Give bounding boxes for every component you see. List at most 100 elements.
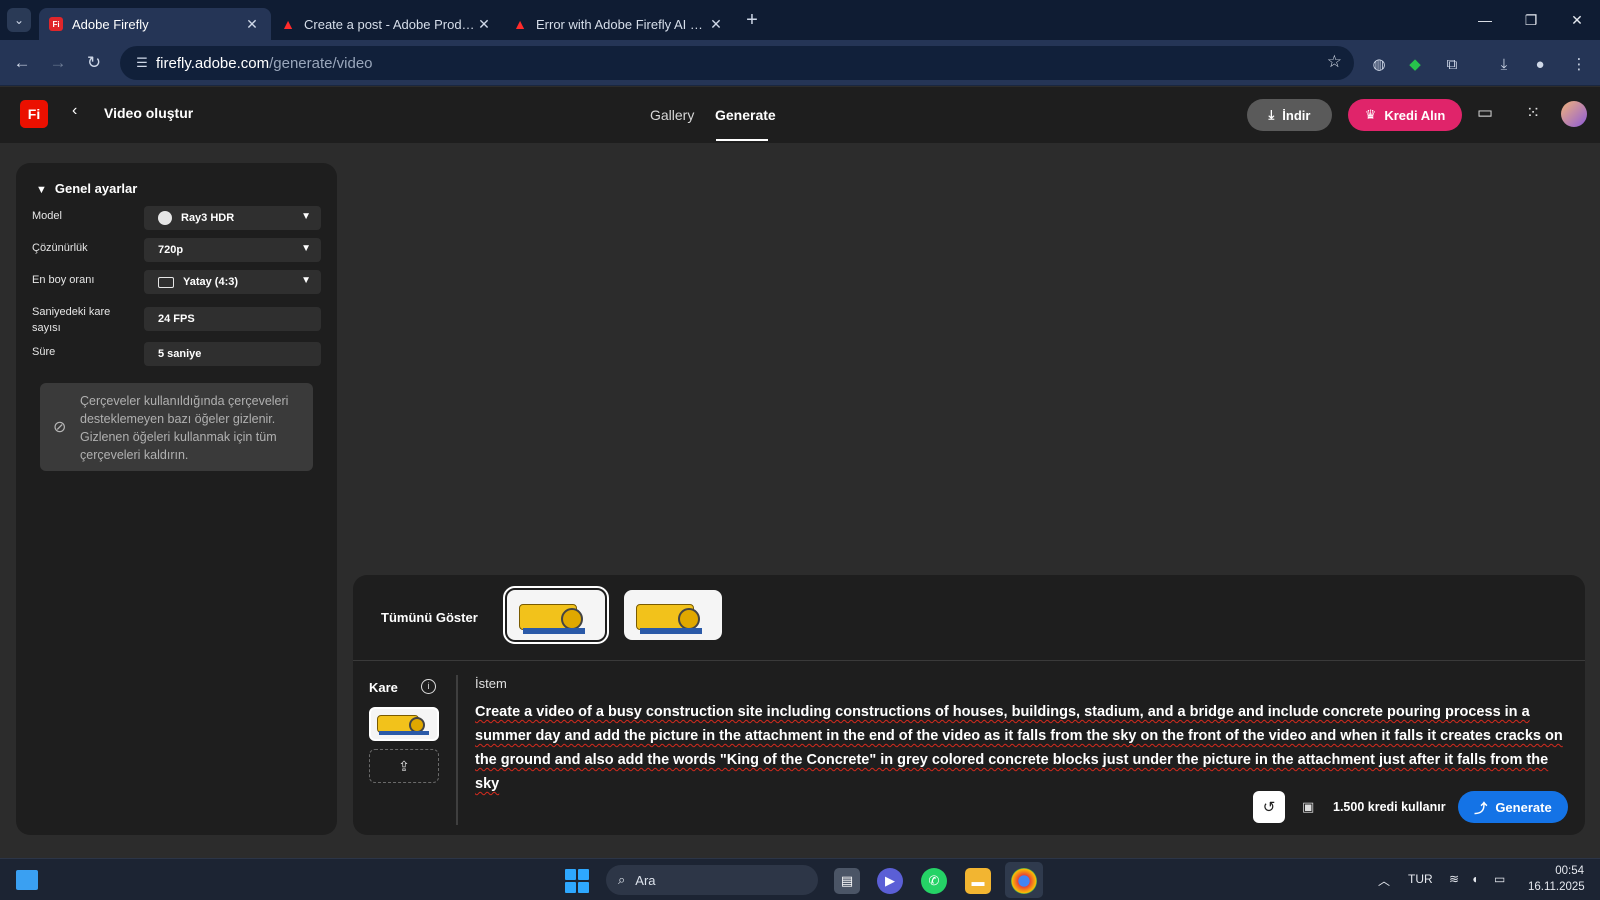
tab-error-firefly[interactable]: ▲ Error with Adobe Firefly AI Video ✕ — [503, 8, 735, 40]
apps-grid-icon[interactable]: ⁙ — [1526, 103, 1540, 123]
tab-title: Adobe Firefly — [72, 16, 149, 32]
tab-create-post[interactable]: ▲ Create a post - Adobe Product Communit… — [271, 8, 503, 40]
url-path: /generate/video — [269, 54, 373, 72]
notice-text: Çerçeveler kullanıldığında çerçeveleri d… — [80, 394, 289, 462]
nav-generate[interactable]: Generate — [715, 107, 776, 123]
adobe-icon: ▲ — [281, 16, 295, 32]
upload-frame-button[interactable]: ⇪ — [369, 749, 439, 783]
upload-icon: ⇪ — [398, 757, 410, 774]
vertical-divider — [456, 675, 458, 825]
whatsapp-icon[interactable]: ✆ — [921, 868, 947, 894]
clock-date: 16.11.2025 — [1528, 881, 1585, 893]
tab-title: Error with Adobe Firefly AI Video — [536, 16, 707, 32]
reload-icon[interactable]: ↻ — [76, 45, 112, 81]
minimize-icon[interactable]: — — [1462, 0, 1508, 40]
result-thumbnail[interactable] — [503, 586, 609, 644]
divider — [353, 660, 1585, 661]
prompt-textarea[interactable]: Create a video of a busy construction si… — [475, 700, 1575, 796]
nav-gallery[interactable]: Gallery — [650, 107, 694, 123]
prompt-panel: Tümünü Göster Kare i ⇪ İstem Create a vi… — [353, 575, 1585, 835]
duration-value: 5 saniye — [158, 348, 202, 360]
new-tab-button[interactable]: + — [737, 9, 767, 32]
taskbar-search[interactable]: ⌕ Ara — [606, 865, 818, 895]
restore-icon[interactable]: ❐ — [1508, 0, 1554, 40]
url-host: firefly.adobe.com — [156, 54, 270, 72]
frame-thumbnail[interactable] — [369, 707, 439, 741]
system-clock[interactable]: 00:54 16.11.2025 — [1528, 863, 1585, 895]
close-tab-icon[interactable]: ✕ — [243, 16, 261, 33]
feedback-icon[interactable]: ▭ — [1477, 103, 1493, 123]
teams-icon[interactable]: ▶ — [877, 868, 903, 894]
generate-label: Generate — [1495, 799, 1552, 815]
adobe-icon: ▲ — [513, 16, 527, 32]
page-title: Video oluştur — [104, 105, 194, 121]
close-tab-icon[interactable]: ✕ — [475, 16, 493, 33]
resolution-value: 720p — [158, 244, 184, 256]
fps-field[interactable]: 24 FPS — [144, 307, 321, 331]
address-bar[interactable]: ☰ firefly.adobe.com/generate/video ☆ — [120, 46, 1354, 80]
tray-overflow-icon[interactable]: ︿ — [1378, 872, 1390, 889]
info-icon[interactable]: i — [421, 679, 436, 694]
model-icon — [158, 211, 172, 225]
firefly-header: Fi ‹ Video oluştur Gallery Generate ⤓ İn… — [0, 87, 1600, 143]
user-avatar[interactable] — [1561, 101, 1587, 127]
widgets-icon[interactable] — [16, 870, 38, 890]
show-all-button[interactable]: Tümünü Göster — [381, 610, 478, 625]
result-thumbnail[interactable] — [624, 590, 722, 640]
file-explorer-icon[interactable]: ▬ — [965, 868, 991, 894]
frames-notice: ⊘ Çerçeveler kullanıldığında çerçeveleri… — [40, 383, 313, 471]
windows-start-icon[interactable] — [565, 869, 589, 893]
chevron-down-icon: ▼ — [301, 211, 311, 222]
site-info-icon[interactable]: ☰ — [128, 55, 156, 71]
close-tab-icon[interactable]: ✕ — [707, 16, 725, 33]
model-select[interactable]: Ray3 HDR ▼ — [144, 206, 321, 230]
language-indicator[interactable]: TUR — [1408, 872, 1433, 886]
globe-extension-icon[interactable]: ◍ — [1367, 52, 1391, 76]
extensions-puzzle-icon[interactable]: ⧉ — [1440, 52, 1464, 76]
profile-avatar-icon[interactable]: ● — [1528, 52, 1552, 76]
concrete-mixer-image — [630, 594, 716, 636]
general-settings-toggle[interactable]: ▼ Genel ayarlar — [36, 181, 137, 196]
prohibited-icon: ⊘ — [53, 419, 67, 436]
battery-icon[interactable]: ▭ — [1494, 872, 1505, 886]
duration-label: Süre — [32, 346, 56, 358]
buy-credits-button[interactable]: ♛ Kredi Alın — [1348, 99, 1462, 131]
tab-search-button[interactable]: ⌄ — [7, 8, 31, 32]
generate-icon: ⤴ — [1474, 800, 1488, 816]
browser-tab-bar: ⌄ Fi Adobe Firefly ✕ ▲ Create a post - A… — [0, 0, 1600, 40]
firefly-logo[interactable]: Fi — [20, 100, 48, 128]
aspect-ratio-label: En boy oranı — [32, 274, 95, 286]
landscape-icon — [158, 276, 174, 288]
green-extension-icon[interactable]: ◆ — [1403, 52, 1427, 76]
search-placeholder: Ara — [635, 872, 656, 888]
chrome-icon[interactable] — [1011, 868, 1037, 894]
download-icon: ⤓ — [1268, 107, 1275, 122]
bookmark-star-icon[interactable]: ☆ — [1327, 52, 1342, 72]
forward-arrow-icon[interactable]: → — [40, 45, 76, 81]
windows-taskbar: ⌕ Ara ▤ ▶ ✆ ▬ ︿ TUR ≋ ◖ ▭ 00:54 16.11.20… — [0, 858, 1600, 900]
close-window-icon[interactable]: ✕ — [1554, 0, 1600, 40]
concrete-mixer-image — [513, 594, 599, 636]
browser-toolbar: ← → ↻ ☰ firefly.adobe.com/generate/video… — [0, 40, 1600, 86]
resolution-select[interactable]: 720p ▼ — [144, 238, 321, 262]
task-view-icon[interactable]: ▤ — [834, 868, 860, 894]
volume-icon[interactable]: ◖ — [1471, 872, 1478, 886]
model-value: Ray3 HDR — [181, 212, 235, 224]
back-chevron-icon[interactable]: ‹ — [72, 102, 77, 120]
prompt-history-button[interactable]: ↺ — [1253, 791, 1285, 823]
download-label: İndir — [1282, 107, 1311, 123]
duration-field[interactable]: 5 saniye — [144, 342, 321, 366]
wifi-icon[interactable]: ≋ — [1449, 872, 1459, 886]
generate-button[interactable]: ⤴ Generate — [1458, 791, 1568, 823]
firefly-icon: Fi — [49, 17, 63, 31]
fps-value: 24 FPS — [158, 313, 195, 325]
credits-icon: ▣ — [1302, 799, 1315, 814]
back-arrow-icon[interactable]: ← — [4, 45, 40, 81]
settings-panel: ▼ Genel ayarlar Model Ray3 HDR ▼ Çözünürl… — [16, 163, 337, 835]
tab-adobe-firefly[interactable]: Fi Adobe Firefly ✕ — [39, 8, 271, 40]
chrome-menu-icon[interactable]: ⋮ — [1567, 52, 1591, 76]
aspect-ratio-select[interactable]: Yatay (4:3) ▼ — [144, 270, 321, 294]
aspect-ratio-value: Yatay (4:3) — [183, 276, 239, 288]
downloads-icon[interactable]: ⤓ — [1492, 52, 1516, 76]
download-button[interactable]: ⤓ İndir — [1247, 99, 1332, 131]
